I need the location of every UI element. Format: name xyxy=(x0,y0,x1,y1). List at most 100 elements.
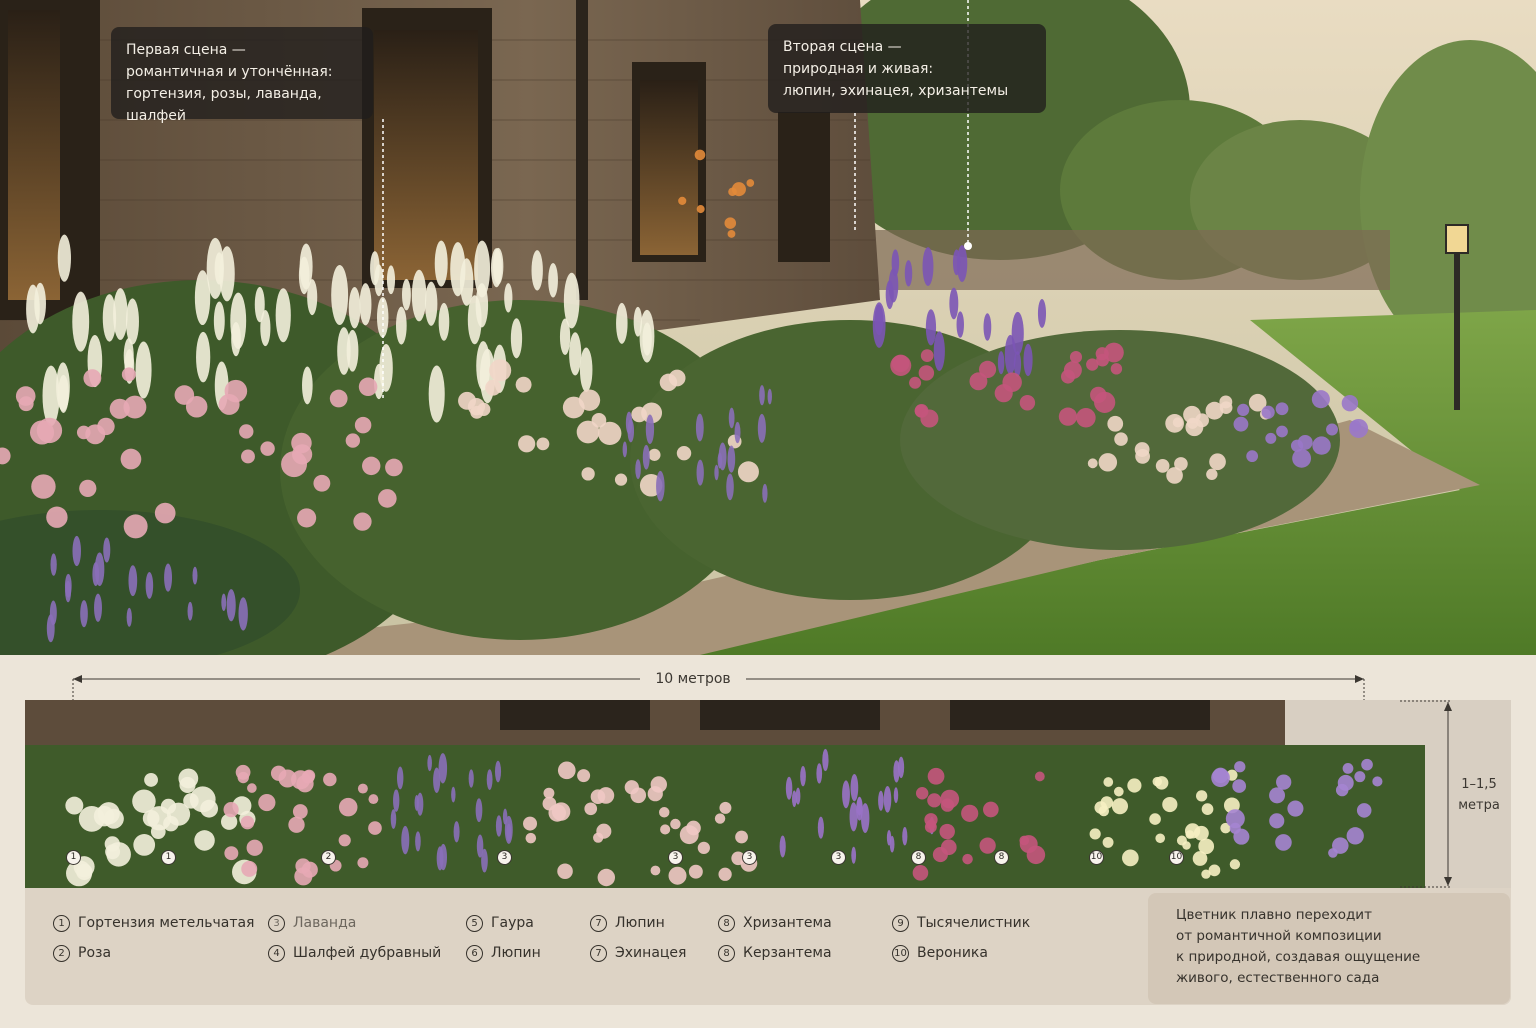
plan-lupin xyxy=(878,790,884,811)
plan-lupin xyxy=(889,835,895,853)
echinacea-bloom xyxy=(920,349,934,362)
plan-yarrow xyxy=(1208,864,1221,877)
legend-number: 3 xyxy=(268,915,285,932)
lavender-bloom xyxy=(726,473,734,501)
plan-rose-mix xyxy=(647,786,663,802)
plan-hydrangea xyxy=(179,776,196,794)
plan-rose xyxy=(247,783,257,793)
lupin-bloom xyxy=(952,249,961,276)
plan-hydrangea xyxy=(76,863,93,881)
veronica-bloom xyxy=(1311,390,1330,409)
veronica-bloom xyxy=(1246,450,1259,463)
lupin-bloom xyxy=(1004,334,1016,375)
hydrangea-bloom xyxy=(402,278,411,311)
legend-number: 6 xyxy=(466,945,483,962)
echinacea-bloom xyxy=(1019,395,1036,411)
echinacea-bloom xyxy=(1110,363,1123,375)
plan-lavender xyxy=(415,831,421,852)
plan-hydrangea xyxy=(106,842,131,867)
rose-bloom xyxy=(46,506,68,528)
veronica-bloom xyxy=(1265,432,1277,444)
lavender-bloom xyxy=(734,421,741,444)
plan-rose xyxy=(323,772,337,787)
plan-rose xyxy=(368,794,379,805)
hydrangea-bloom xyxy=(531,250,543,291)
chrysanthemum-bloom xyxy=(1087,458,1098,469)
plan-lupin xyxy=(800,765,806,787)
plan-rose-mix xyxy=(719,801,732,814)
plan-yarrow xyxy=(1185,830,1195,839)
lavender-bloom xyxy=(72,535,81,567)
plan-lavender xyxy=(486,769,493,790)
hydrangea-bloom xyxy=(434,240,448,287)
echinacea-bloom xyxy=(1076,408,1096,428)
veronica-bloom xyxy=(1349,418,1369,438)
plan-lupin xyxy=(883,785,892,813)
plan-veronica xyxy=(1233,828,1250,845)
plan-lupin xyxy=(851,846,857,864)
hydrangea-bloom xyxy=(254,286,265,323)
lavender-bloom xyxy=(103,537,111,563)
legend-label: Вероника xyxy=(917,945,988,961)
lupin-bloom xyxy=(904,260,913,287)
rose-bloom xyxy=(518,435,536,453)
chrysanthemum-bloom xyxy=(1166,467,1183,484)
lavender-bloom xyxy=(187,601,193,621)
rose-bloom xyxy=(354,416,372,434)
plan-lavender xyxy=(393,789,400,812)
legend-item: 1 Гортензия метельчатая xyxy=(53,913,254,933)
plan-rose xyxy=(246,839,263,856)
height-value: 1–1,5 xyxy=(1461,777,1497,792)
lavender-bloom xyxy=(714,464,719,481)
plan-marker: 8 xyxy=(994,850,1009,865)
hydrangea-bloom xyxy=(26,284,40,334)
callout-first-title: Первая сцена — xyxy=(126,42,246,58)
plan-rose-mix xyxy=(557,761,576,780)
legend-number: 2 xyxy=(53,945,70,962)
rose-bloom xyxy=(123,514,148,539)
hydrangea-bloom xyxy=(302,366,313,405)
plan-lupin xyxy=(893,787,899,804)
plan-yarrow xyxy=(1089,828,1101,840)
summary-line: к природной, создавая ощущение xyxy=(1176,949,1421,965)
plan-lavender xyxy=(495,815,502,837)
plan-lavender xyxy=(476,834,484,858)
rose-bloom xyxy=(614,473,628,486)
plan-lupin xyxy=(842,780,850,809)
plan-rose xyxy=(258,793,276,812)
plan-rose-mix xyxy=(735,830,748,844)
plan-rose-mix xyxy=(590,789,606,805)
hydrangea-bloom xyxy=(579,347,593,393)
lavender-bloom xyxy=(128,565,138,597)
plan-marker: 1 xyxy=(66,850,81,865)
plan-lupin xyxy=(850,773,859,802)
rose-bloom xyxy=(353,512,372,531)
plan-rose xyxy=(241,860,258,877)
lavender-bloom xyxy=(696,459,704,486)
lavender-bloom xyxy=(635,459,641,480)
plan-hydrangea xyxy=(97,802,120,825)
chrysanthemum-bloom xyxy=(1172,417,1183,428)
hydrangea-bloom xyxy=(548,262,558,298)
plan-rose-mix xyxy=(577,769,591,783)
plan-yarrow xyxy=(1111,798,1129,815)
legend-item: 7 Эхинацея xyxy=(590,943,686,963)
summary-line: Цветник плавно переходит xyxy=(1176,907,1372,923)
legend-item: 5 Гаура xyxy=(466,913,534,933)
tall-flower-bloom xyxy=(727,229,736,238)
plan-rose xyxy=(288,816,305,833)
legend-item: 4 Шалфей дубравный xyxy=(268,943,441,963)
lavender-bloom xyxy=(238,597,248,631)
lavender-bloom xyxy=(145,572,154,599)
legend-label: Тысячелистник xyxy=(917,915,1031,931)
rose-bloom xyxy=(76,425,91,440)
rose-bloom xyxy=(297,508,317,528)
legend-label: Гортензия метельчатая xyxy=(78,915,255,931)
plan-rose-mix xyxy=(670,818,681,830)
hydrangea-bloom xyxy=(642,322,652,356)
rose-bloom xyxy=(515,376,532,393)
rose-bloom xyxy=(377,489,397,508)
plan-lavender xyxy=(451,786,456,803)
lavender-bloom xyxy=(94,593,102,622)
plan-lupin xyxy=(785,776,793,800)
